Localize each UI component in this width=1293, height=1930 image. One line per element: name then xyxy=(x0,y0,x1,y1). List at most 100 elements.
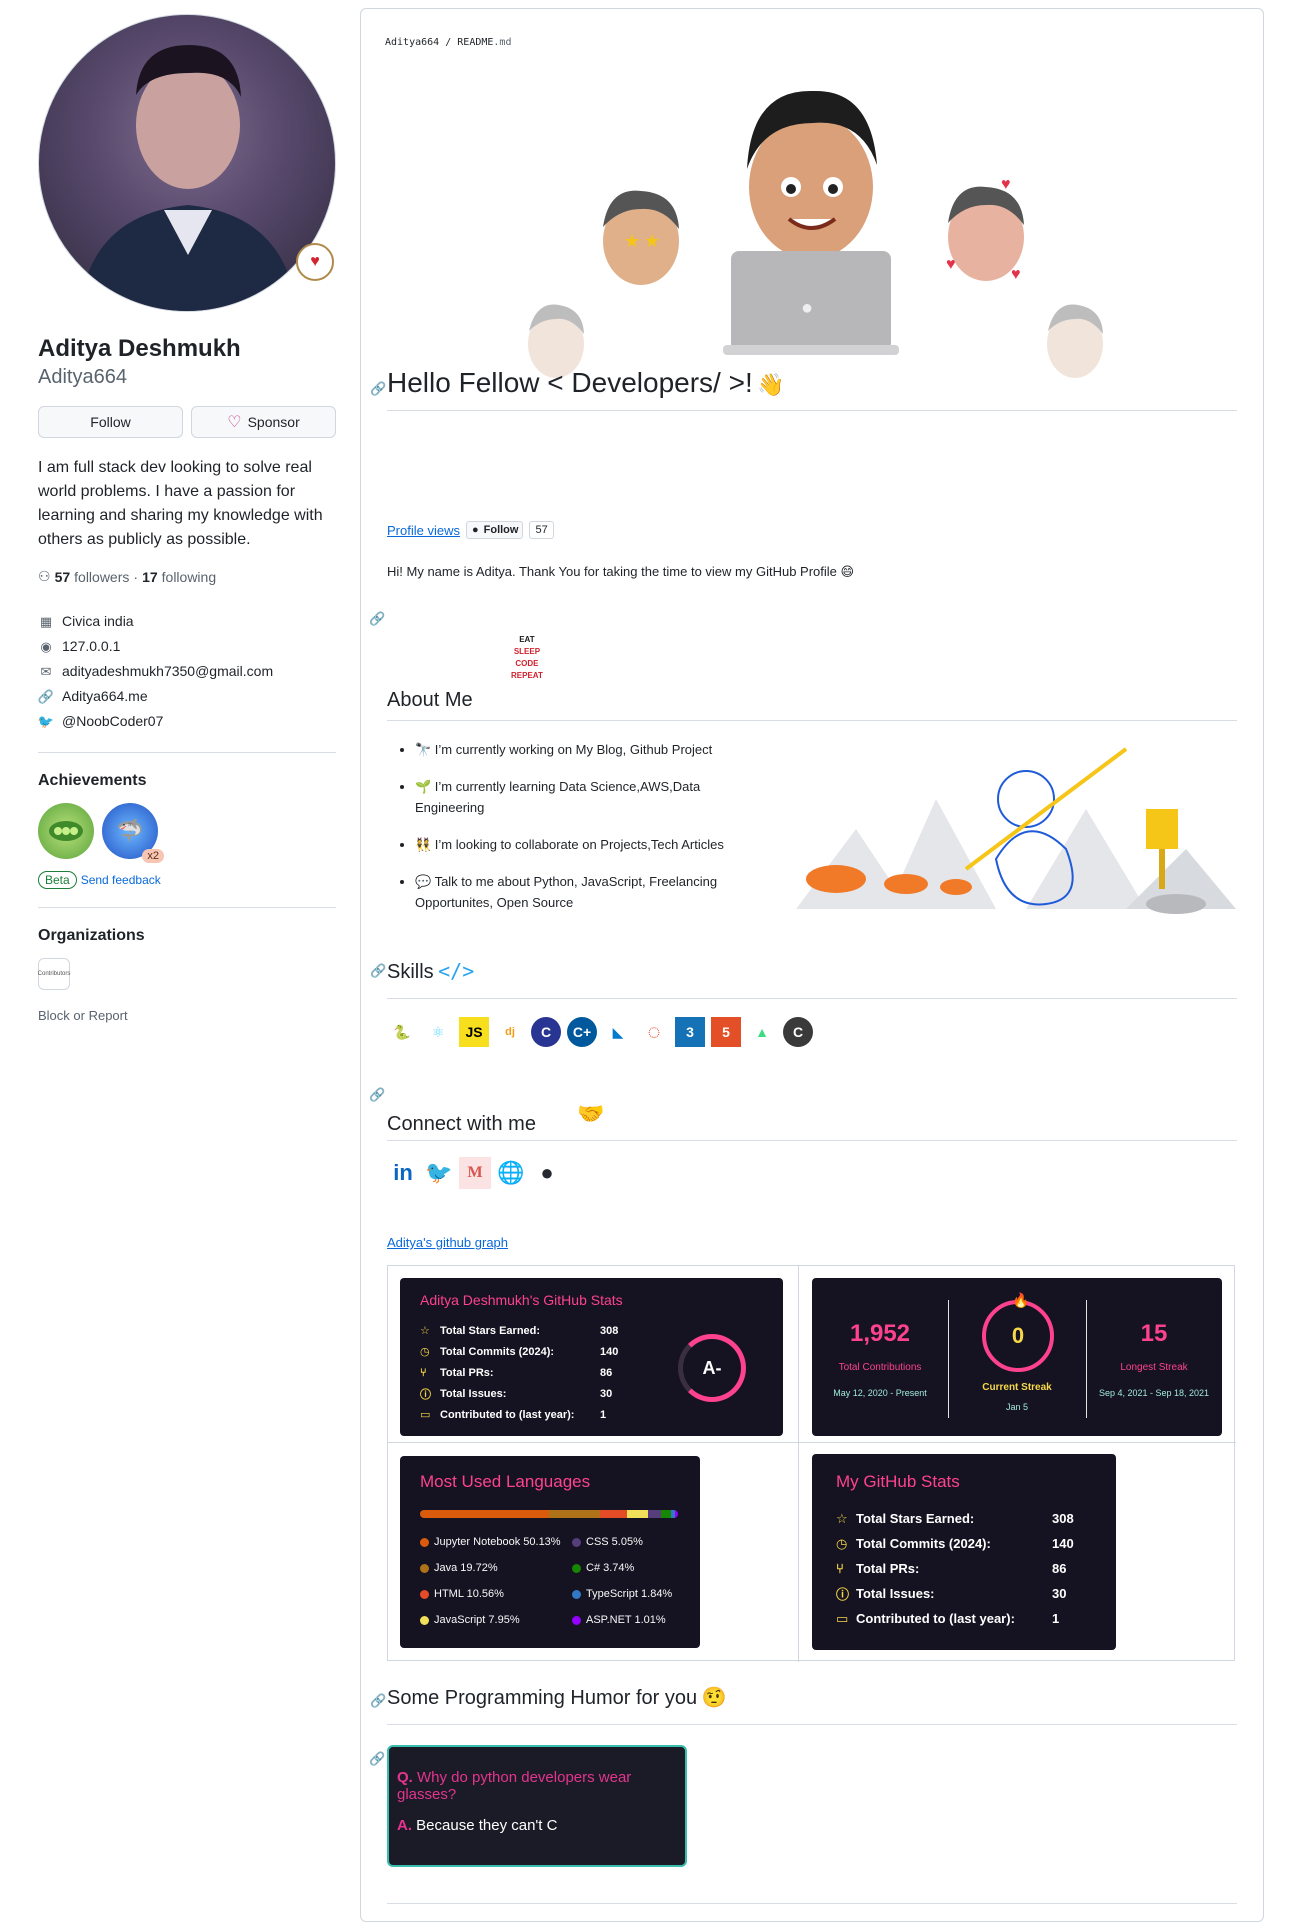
followers-count[interactable]: 57 xyxy=(55,569,71,585)
pair-extraordinaire-badge[interactable] xyxy=(38,803,94,859)
connect-heading: Connect with me 🤝 xyxy=(387,1099,1237,1141)
website-item: 🔗 Aditya664.me xyxy=(38,684,336,709)
following-label[interactable]: following xyxy=(162,569,216,585)
follow-button[interactable]: Follow xyxy=(38,406,183,438)
anchor-link-icon[interactable]: 🔗 xyxy=(370,1693,386,1709)
question-text: Why do python developers wear glasses? xyxy=(397,1769,632,1803)
stat-row: ▭ Contributed to (last year): 1 xyxy=(420,1404,640,1425)
cplusplus-icon[interactable]: C+ xyxy=(567,1017,597,1047)
sponsor-button-label: Sponsor xyxy=(247,414,300,430)
anchor-link-icon[interactable]: 🔗 xyxy=(369,1751,385,1767)
avatar[interactable] xyxy=(38,14,336,312)
website-link[interactable]: Aditya664.me xyxy=(62,684,148,709)
anchor-link-icon[interactable]: 🔗 xyxy=(370,381,386,397)
language-label: CSS 5.05% xyxy=(586,1536,643,1548)
status-heart-icon[interactable]: ♥ xyxy=(296,243,334,281)
stat-label: Contributed to (last year): xyxy=(440,1408,575,1421)
location-pin-icon: ◉ xyxy=(40,639,52,654)
twitter-bird-icon: 🐦 xyxy=(37,714,55,729)
c-icon[interactable]: C xyxy=(531,1017,561,1047)
organization-avatar[interactable]: Contributors xyxy=(38,958,70,990)
send-feedback-link[interactable]: Send feedback xyxy=(81,873,161,887)
waving-hand-icon: 👋 xyxy=(757,372,785,397)
sponsor-button[interactable]: ♡ Sponsor xyxy=(191,406,336,438)
language-item: ASP.NET 1.01% xyxy=(572,1614,666,1626)
badge-multiplier: x2 xyxy=(142,849,164,863)
svg-text:★: ★ xyxy=(624,231,640,251)
block-report-link[interactable]: Block or Report xyxy=(38,1008,336,1023)
anchor-link-icon[interactable]: 🔗 xyxy=(369,611,385,627)
stat-row: ⓘ Total Issues: 30 xyxy=(420,1383,640,1404)
github-stats-card[interactable]: Aditya Deshmukh's GitHub Stats ☆ Total St… xyxy=(400,1278,783,1436)
eat-sleep-code-repeat-image: EAT SLEEP CODE REPEAT xyxy=(511,634,543,682)
top-languages-card[interactable]: Most Used Languages Jupyter Notebook 50.… xyxy=(400,1456,700,1648)
avatar-container: ♥ xyxy=(38,14,336,312)
profile-details: ▦ Civica india ◉ 127.0.0.1 ✉ adityadeshmukh… xyxy=(38,609,336,734)
react-icon[interactable]: ⚛ xyxy=(423,1017,453,1047)
pr-icon: ⑂ xyxy=(420,1366,427,1379)
answer-prefix: A. xyxy=(397,1817,412,1834)
website-icon[interactable]: 🌐 xyxy=(495,1157,527,1189)
language-item: Jupyter Notebook 50.13% xyxy=(420,1536,561,1548)
html5-icon[interactable]: 5 xyxy=(711,1017,741,1047)
language-bar-segment xyxy=(675,1510,678,1518)
css3-icon[interactable]: 3 xyxy=(675,1017,705,1047)
rank-grade: A- xyxy=(678,1334,746,1402)
stat-row: ◷ Total Commits (2024): 140 xyxy=(836,1531,1106,1556)
email-item: ✉ adityadeshmukh7350@gmail.com xyxy=(38,659,336,684)
building-icon: ▦ xyxy=(39,614,53,629)
twitter-icon[interactable]: 🐦 xyxy=(423,1157,455,1189)
javascript-icon[interactable]: JS xyxy=(459,1017,489,1047)
github-icon[interactable]: ● xyxy=(531,1157,563,1189)
joke-card[interactable]: Q. Why do python developers wear glasses… xyxy=(387,1745,687,1867)
language-dot xyxy=(420,1537,429,1547)
longest-streak-value: 15 xyxy=(1140,1320,1168,1347)
stat-label: Total PRs: xyxy=(856,1561,920,1576)
heart-outline-icon: ♡ xyxy=(227,414,242,431)
raised-eyebrow-icon: 🤨 xyxy=(701,1687,727,1709)
csharp-icon[interactable]: C xyxy=(783,1017,813,1047)
stat-label: Total Issues: xyxy=(856,1586,935,1601)
star-icon: ☆ xyxy=(420,1325,430,1337)
profile-views-link[interactable]: Profile views xyxy=(387,523,460,538)
email-link[interactable]: adityadeshmukh7350@gmail.com xyxy=(62,659,273,684)
language-label: HTML 10.56% xyxy=(434,1588,504,1600)
location-item: ◉ 127.0.0.1 xyxy=(38,634,336,659)
stat-label: Total Stars Earned: xyxy=(856,1511,975,1526)
django-icon[interactable]: dj xyxy=(495,1017,525,1047)
badges-row: Profile views ● Follow 57 xyxy=(387,521,554,539)
pull-shark-badge[interactable]: 🦈 x2 xyxy=(102,803,164,863)
language-item: CSS 5.05% xyxy=(572,1536,643,1548)
linkedin-icon[interactable]: in xyxy=(387,1157,419,1189)
profile-sidebar: ♥ Aditya Deshmukh Aditya664 Follow ♡ Spo… xyxy=(38,14,336,1023)
profile-username: Aditya664 xyxy=(38,366,127,388)
android-icon[interactable]: ▲ xyxy=(747,1017,777,1047)
my-github-stats-card[interactable]: My GitHub Stats ☆ Total Stars Earned: 308 … xyxy=(812,1454,1116,1650)
pytorch-icon[interactable]: ◌ xyxy=(639,1017,669,1047)
clock-icon: ◷ xyxy=(836,1535,848,1551)
following-count[interactable]: 17 xyxy=(142,569,158,585)
anchor-link-icon[interactable]: 🔗 xyxy=(369,1087,385,1103)
answer-text: Because they can't C xyxy=(416,1817,558,1834)
stat-label: Contributed to (last year): xyxy=(856,1611,1015,1626)
followers-label[interactable]: followers xyxy=(74,569,129,585)
anchor-link-icon[interactable]: 🔗 xyxy=(370,963,386,979)
language-dot xyxy=(420,1589,429,1599)
language-label: TypeScript 1.84% xyxy=(586,1588,673,1600)
language-label: JavaScript 7.95% xyxy=(434,1614,520,1626)
github-follow-badge[interactable]: ● Follow xyxy=(465,521,524,539)
twitter-link[interactable]: @NoobCoder07 xyxy=(62,709,163,734)
follow-badge-count[interactable]: 57 xyxy=(529,521,554,539)
stat-value: 308 xyxy=(1052,1511,1074,1526)
vscode-icon[interactable]: ◣ xyxy=(603,1017,633,1047)
python-icon[interactable]: 🐍 xyxy=(387,1017,417,1047)
svg-text:★: ★ xyxy=(644,231,660,251)
readme-breadcrumb: Aditya664 / README.md xyxy=(385,37,511,48)
github-graph-link[interactable]: Aditya's github graph xyxy=(387,1235,508,1250)
streak-stats-card[interactable]: 1,952 Total Contributions May 12, 2020 -… xyxy=(812,1278,1222,1436)
issue-icon: ⓘ xyxy=(420,1388,431,1401)
language-dot xyxy=(572,1563,581,1573)
medium-icon[interactable]: M xyxy=(459,1157,491,1189)
languages-card-title: Most Used Languages xyxy=(420,1472,591,1491)
readme-owner-link[interactable]: Aditya664 xyxy=(385,37,439,48)
